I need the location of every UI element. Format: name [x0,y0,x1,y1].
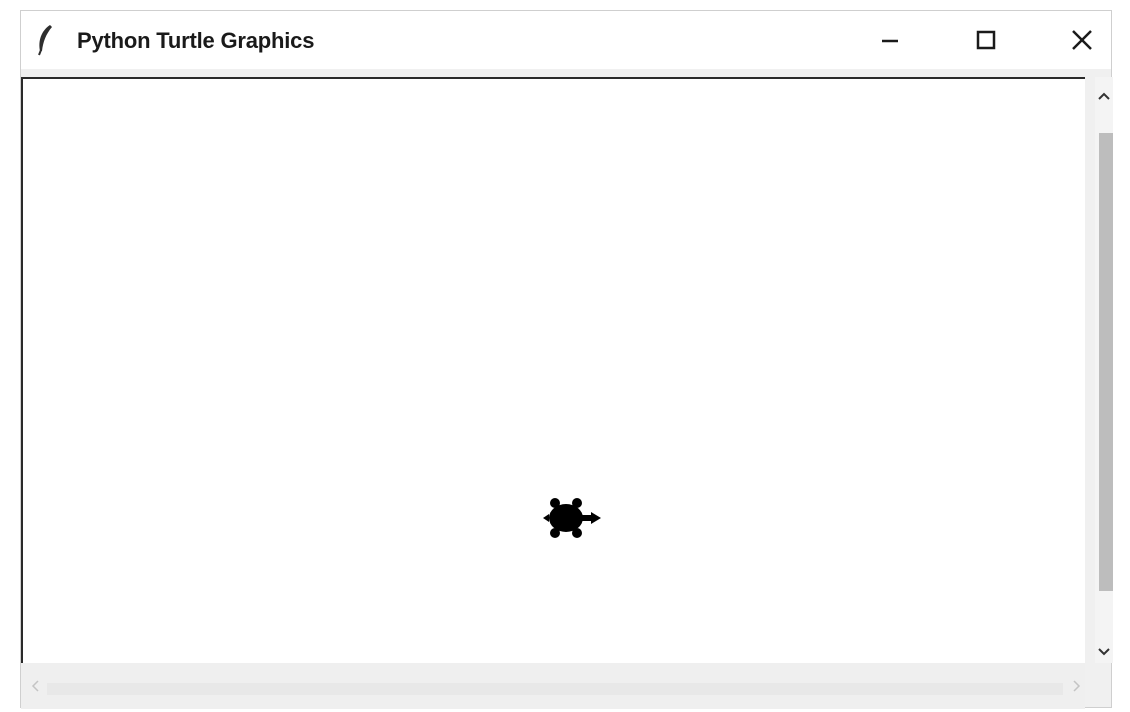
turtle-window: Python Turtle Graphics [20,10,1113,709]
turtle-icon [543,498,601,538]
title-bar[interactable]: Python Turtle Graphics [21,11,1111,69]
scroll-left-button[interactable] [27,677,43,695]
minimize-icon [882,39,898,43]
chevron-up-icon [1098,92,1110,100]
feather-icon [38,25,52,56]
minimize-button[interactable] [855,11,925,69]
horizontal-scrollbar[interactable] [21,663,1085,709]
scroll-down-button[interactable] [1095,643,1113,661]
drawing-area [39,97,1065,663]
maximize-icon [976,30,996,50]
chevron-left-icon [31,680,39,692]
horizontal-scroll-track[interactable] [47,683,1063,695]
vertical-scrollbar[interactable] [1095,77,1113,663]
window-title: Python Turtle Graphics [77,28,315,53]
chevron-down-icon [1098,648,1110,656]
vertical-scroll-thumb[interactable] [1099,133,1113,591]
turtle-canvas[interactable] [21,77,1085,663]
close-icon [1072,30,1092,50]
scroll-right-button[interactable] [1069,677,1085,695]
scroll-up-button[interactable] [1095,87,1113,105]
close-button[interactable] [1047,11,1117,69]
chevron-right-icon [1073,680,1081,692]
maximize-button[interactable] [951,11,1021,69]
